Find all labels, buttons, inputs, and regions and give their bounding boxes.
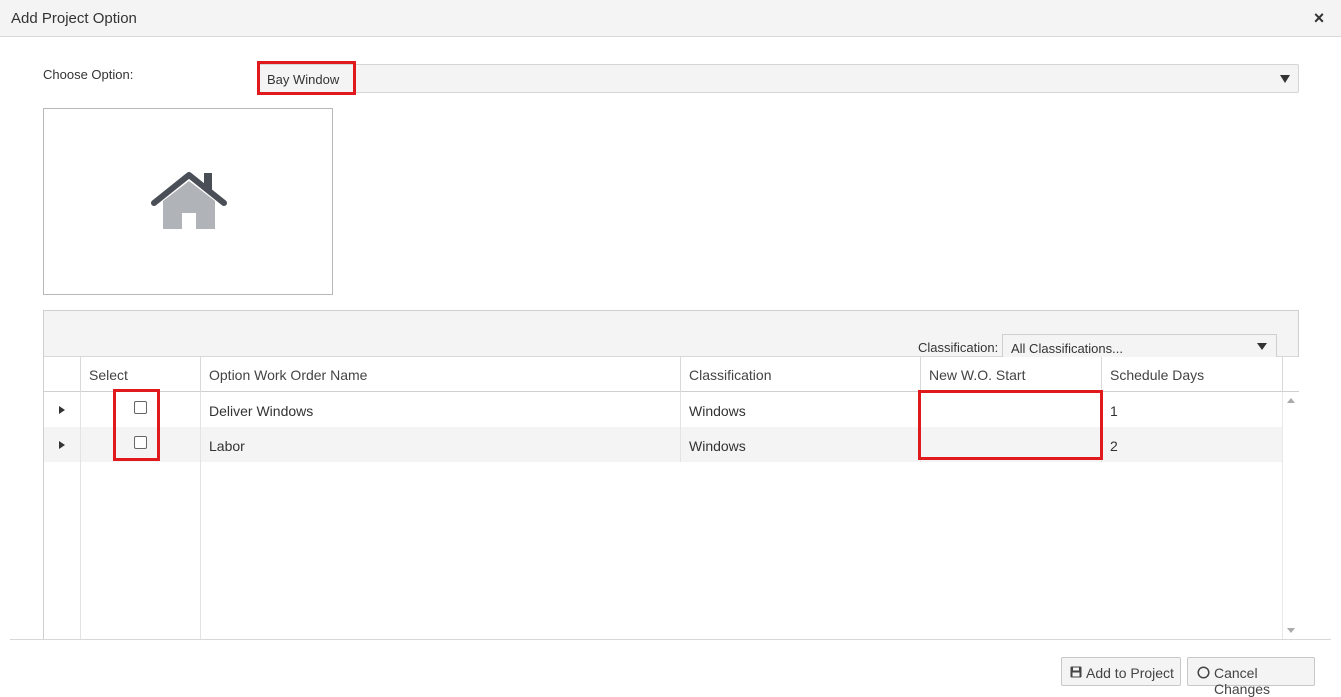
row-select-checkbox[interactable]: [134, 436, 147, 449]
chevron-down-icon: [1280, 75, 1290, 83]
dialog-titlebar: Add Project Option ×: [0, 0, 1341, 37]
work-order-name: Labor: [201, 427, 681, 462]
empty-column-line: [81, 462, 201, 639]
empty-column-line: [44, 462, 81, 639]
option-image: [43, 108, 333, 295]
scroll-down-icon[interactable]: [1287, 628, 1295, 633]
house-icon: [151, 172, 227, 229]
classification-cell: Windows: [681, 392, 921, 427]
work-order-name: Deliver Windows: [201, 392, 681, 427]
table-row: Labor Windows 2: [44, 427, 1282, 462]
option-select-value: Bay Window: [267, 72, 340, 87]
work-order-grid: Classification: All Classifications... S…: [43, 310, 1299, 640]
add-to-project-label: Add to Project: [1086, 665, 1174, 681]
classification-filter-select[interactable]: All Classifications...: [1002, 334, 1277, 357]
schedule-days-cell: 1: [1110, 403, 1118, 419]
new-wo-start-cell[interactable]: [921, 427, 1102, 462]
expand-arrow-icon[interactable]: [59, 441, 65, 449]
expand-cell: [44, 392, 81, 427]
classification-cell: Windows: [681, 427, 921, 462]
cancel-changes-label: Cancel Changes: [1214, 665, 1271, 697]
grid-header: Select Option Work Order Name Classifica…: [44, 357, 1282, 392]
column-header-schedule-days[interactable]: Schedule Days: [1102, 357, 1282, 392]
scroll-up-icon[interactable]: [1287, 398, 1295, 403]
expand-column-header: [44, 357, 81, 392]
column-header-select[interactable]: Select: [81, 357, 201, 392]
expand-arrow-icon[interactable]: [59, 406, 65, 414]
classification-filter-label: Classification:: [918, 340, 999, 355]
expand-cell: [44, 427, 81, 462]
header-scroll-spacer: [1282, 357, 1299, 392]
column-header-new-wo-start[interactable]: New W.O. Start: [921, 357, 1102, 392]
classification-filter-value: All Classifications...: [1011, 341, 1123, 356]
dialog-title: Add Project Option: [11, 10, 137, 27]
row-select-checkbox[interactable]: [134, 401, 147, 414]
close-icon[interactable]: ×: [1309, 6, 1329, 30]
table-row: Deliver Windows Windows 1: [44, 392, 1282, 427]
option-select[interactable]: Bay Window: [257, 64, 1299, 93]
cancel-changes-button[interactable]: Cancel Changes: [1187, 657, 1315, 697]
grid-vertical-scrollbar[interactable]: [1282, 392, 1299, 639]
add-to-project-button[interactable]: Add to Project: [1061, 657, 1181, 686]
column-header-classification[interactable]: Classification: [681, 357, 921, 392]
cancel-circle-icon: [1197, 666, 1210, 679]
choose-option-label: Choose Option:: [43, 67, 134, 82]
column-header-name[interactable]: Option Work Order Name: [201, 357, 681, 392]
schedule-days-cell: 2: [1110, 438, 1118, 454]
chevron-down-icon: [1257, 343, 1267, 350]
grid-toolbar: Classification: All Classifications...: [44, 311, 1298, 357]
save-icon: [1070, 666, 1082, 678]
footer-divider: [10, 639, 1331, 640]
new-wo-start-cell[interactable]: [921, 392, 1102, 427]
